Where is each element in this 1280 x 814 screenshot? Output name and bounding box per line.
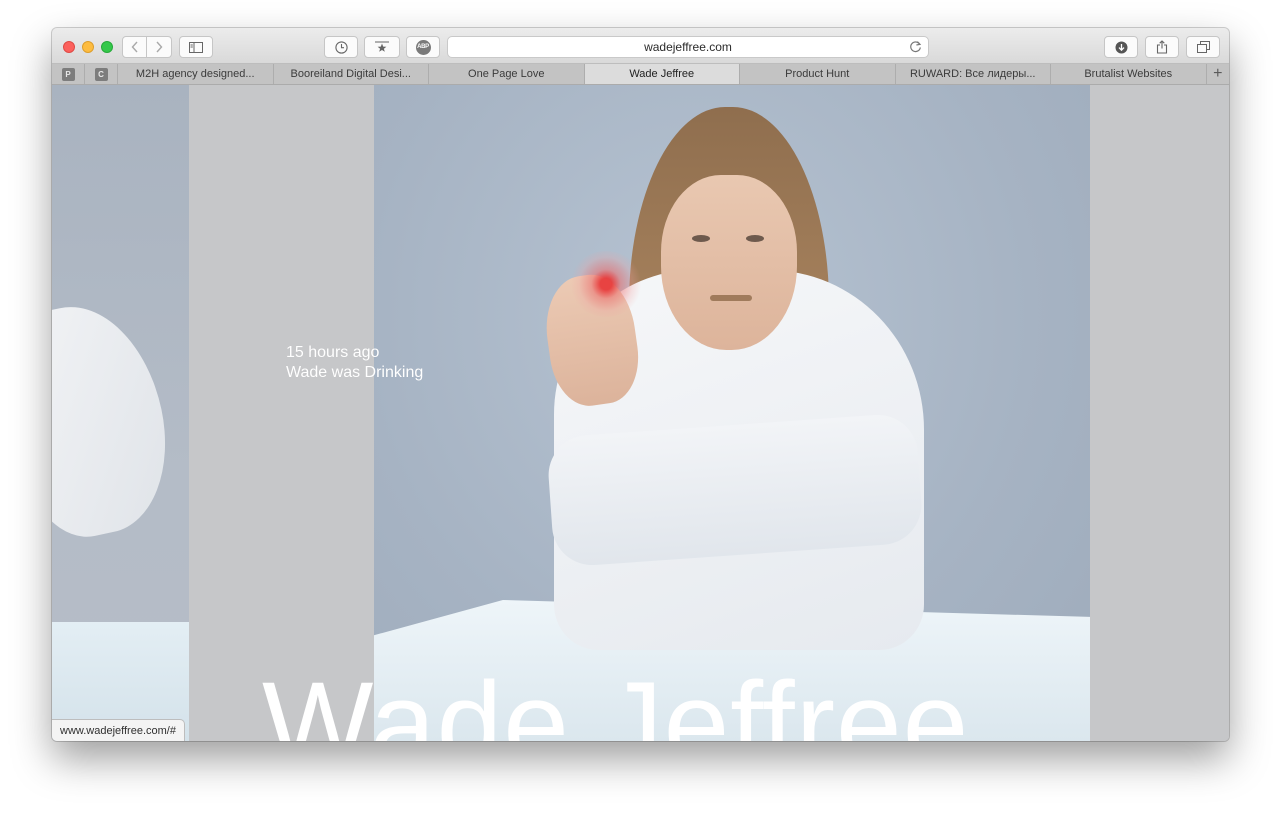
sidebar-button[interactable] (179, 36, 213, 58)
new-tab-button[interactable]: + (1207, 64, 1230, 84)
chevron-right-icon (156, 41, 163, 53)
right-gray-panel (1090, 85, 1229, 741)
downloads-button[interactable] (1104, 36, 1138, 58)
pinned-tab-c[interactable]: C (85, 64, 118, 84)
activity-text: Wade was Drinking (286, 364, 424, 381)
reload-button[interactable] (909, 40, 922, 56)
activity-caption: 15 hours ago Wade was Drinking (286, 343, 423, 383)
pinned-tab-c-icon: C (94, 67, 108, 81)
tab-label: RUWARD: Все лидеры... (909, 68, 1036, 80)
tab-booreiland[interactable]: Booreiland Digital Desi... (274, 64, 429, 84)
previous-photo-strip[interactable] (52, 85, 189, 741)
tab-label: Booreiland Digital Desi... (290, 68, 411, 80)
forward-button[interactable] (147, 36, 172, 58)
tab-m2h[interactable]: M2H agency designed... (118, 64, 274, 84)
address-bar-url: wadejeffree.com (644, 40, 732, 54)
history-button[interactable] (324, 36, 358, 58)
tab-ruward[interactable]: RUWARD: Все лидеры... (896, 64, 1051, 84)
browser-toolbar: ABP wadejeffree.com (52, 28, 1229, 64)
tab-label: One Page Love (468, 68, 545, 80)
navigation-buttons (122, 36, 172, 58)
zoom-window-button[interactable] (101, 41, 113, 53)
tabs-icon (1196, 41, 1210, 53)
sleeve-image-fragment (52, 291, 185, 549)
plus-icon: + (1213, 65, 1223, 82)
tab-label: Wade Jeffree (629, 68, 695, 80)
photo-arm (545, 412, 925, 568)
address-bar[interactable]: wadejeffree.com (447, 36, 929, 58)
hero-title[interactable]: Wade Jeffree (262, 665, 969, 741)
pinned-tab-p-icon: P (61, 67, 75, 81)
chevron-left-icon (131, 41, 138, 53)
left-gray-panel (189, 85, 374, 741)
photo-eye-left (692, 235, 710, 242)
share-icon (1156, 40, 1168, 54)
status-bar-url: www.wadejeffree.com/# (52, 719, 185, 741)
hero-photo (374, 85, 1090, 741)
tab-label: M2H agency designed... (135, 68, 255, 80)
share-button[interactable] (1145, 36, 1179, 58)
bookmarks-button[interactable] (364, 36, 400, 58)
tab-product-hunt[interactable]: Product Hunt (740, 64, 896, 84)
tab-brutalist-websites[interactable]: Brutalist Websites (1051, 64, 1207, 84)
tabs-overview-button[interactable] (1186, 36, 1220, 58)
tab-bar: P C M2H agency designed... Booreiland Di… (52, 64, 1229, 85)
adblock-button[interactable]: ABP (406, 36, 440, 58)
fidget-spinner (570, 251, 642, 317)
browser-window: ABP wadejeffree.com P C M2H agency desig… (52, 28, 1229, 741)
pinned-tab-p[interactable]: P (52, 64, 85, 84)
close-window-button[interactable] (63, 41, 75, 53)
photo-face (661, 175, 797, 350)
tab-label: Brutalist Websites (1084, 68, 1173, 80)
sidebar-icon (189, 41, 203, 53)
download-icon (1115, 41, 1127, 53)
adblock-icon: ABP (415, 39, 431, 55)
photo-mustache (710, 295, 752, 301)
page-content: 15 hours ago Wade was Drinking Wade Jeff… (52, 85, 1229, 741)
photo-eye-right (746, 235, 764, 242)
tab-one-page-love[interactable]: One Page Love (429, 64, 585, 84)
reload-icon (910, 41, 922, 53)
time-ago: 15 hours ago (286, 344, 380, 361)
back-button[interactable] (122, 36, 147, 58)
tab-wade-jeffree[interactable]: Wade Jeffree (584, 64, 740, 84)
star-icon (375, 41, 389, 52)
clock-icon (334, 40, 348, 54)
tab-label: Product Hunt (785, 68, 850, 80)
minimize-window-button[interactable] (82, 41, 94, 53)
